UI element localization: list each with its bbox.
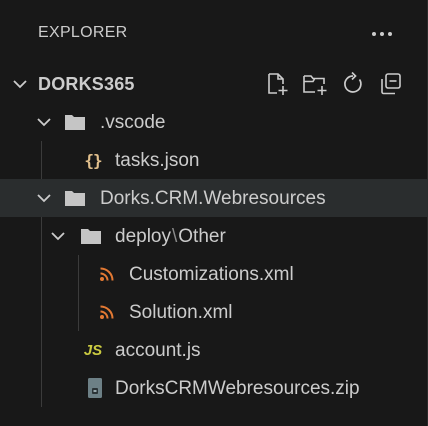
new-file-button[interactable] <box>258 69 296 99</box>
tree-file-tasks-json[interactable]: {} tasks.json <box>0 141 428 179</box>
folder-icon <box>80 225 102 247</box>
tree-folder-vscode[interactable]: .vscode <box>0 103 428 141</box>
tree-file-zip[interactable]: DorksCRMWebresources.zip <box>0 369 428 407</box>
tree-item-label: Solution.xml <box>129 302 233 323</box>
tree-item-label: Dorks.CRM.Webresources <box>100 188 326 209</box>
explorer-title: EXPLORER <box>38 24 128 41</box>
explorer-actions <box>258 65 410 103</box>
collapse-all-icon <box>381 73 401 95</box>
explorer-panel: EXPLORER DORKS365 .vscode {} tasks.json … <box>0 0 428 426</box>
explorer-header: EXPLORER <box>0 0 428 70</box>
other-folder-label[interactable]: Other <box>178 226 226 247</box>
ellipsis-icon <box>372 32 376 36</box>
more-actions-button[interactable] <box>366 18 398 50</box>
json-file-icon: {} <box>84 150 102 170</box>
new-folder-button[interactable] <box>296 69 334 99</box>
rss-xml-icon <box>96 301 118 323</box>
chevron-down-icon <box>37 194 51 203</box>
chevron-down-icon <box>51 232 65 241</box>
tree-file-customizations-xml[interactable]: Customizations.xml <box>0 255 428 293</box>
chevron-down-icon <box>37 118 51 127</box>
collapse-all-button[interactable] <box>372 69 410 99</box>
tree-item-label: DorksCRMWebresources.zip <box>115 378 360 399</box>
refresh-icon <box>344 71 362 93</box>
workspace-root[interactable]: DORKS365 <box>0 65 428 103</box>
tree-folder-webresources[interactable]: Dorks.CRM.Webresources <box>0 179 428 217</box>
new-folder-icon <box>303 75 327 95</box>
tree-file-account-js[interactable]: JS account.js <box>0 331 428 369</box>
tree-item-label: tasks.json <box>115 150 200 171</box>
tree-item-label: .vscode <box>100 112 166 133</box>
new-file-icon <box>268 73 288 95</box>
deploy-folder-label[interactable]: deploy <box>115 226 171 247</box>
folder-icon <box>64 111 86 133</box>
zip-file-icon <box>84 377 106 399</box>
tree-file-solution-xml[interactable]: Solution.xml <box>0 293 428 331</box>
javascript-file-icon: JS <box>83 341 103 359</box>
tree-folder-deploy-other[interactable]: deploy\Other <box>0 217 428 255</box>
tree-item-label: deploy\Other <box>115 226 226 248</box>
workspace-root-label: DORKS365 <box>38 74 135 94</box>
chevron-down-icon <box>13 80 27 89</box>
refresh-button[interactable] <box>334 69 372 99</box>
tree-item-label: account.js <box>115 340 201 361</box>
rss-xml-icon <box>96 263 118 285</box>
tree-item-label: Customizations.xml <box>129 264 294 285</box>
folder-icon <box>64 187 86 209</box>
